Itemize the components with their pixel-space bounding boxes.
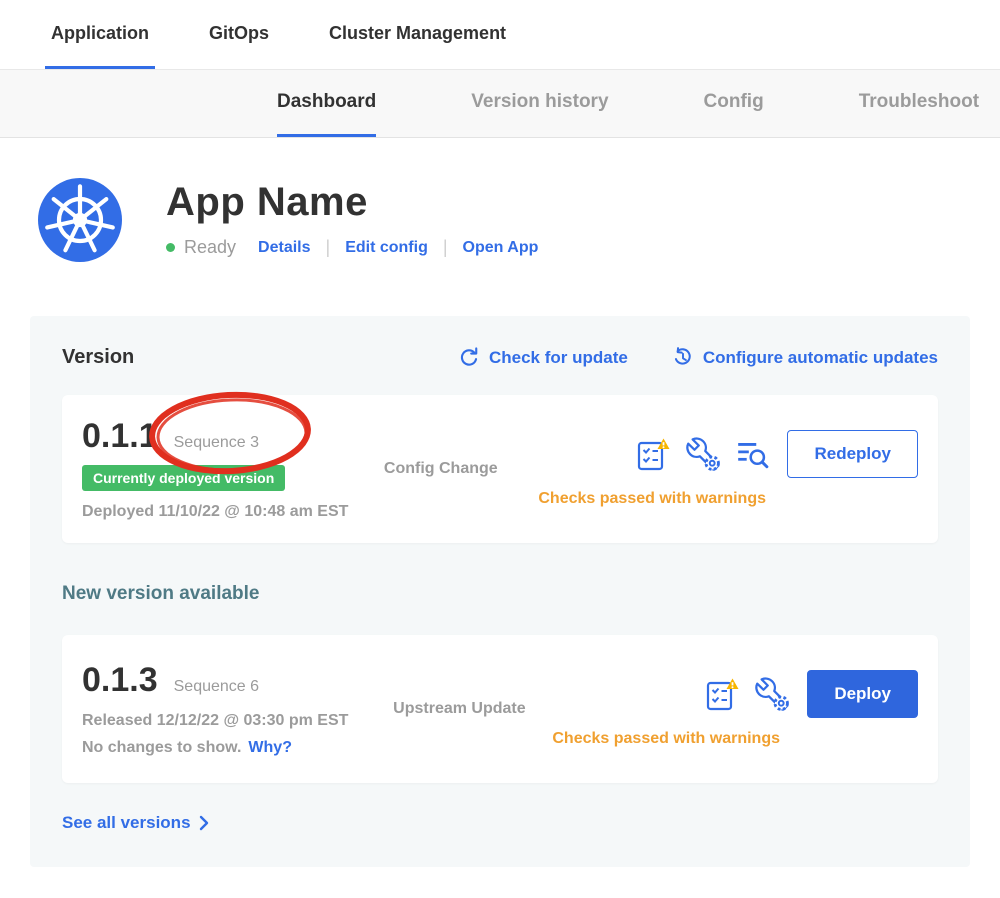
nav-item-gitops[interactable]: GitOps: [203, 0, 275, 69]
edit-config-link[interactable]: Edit config: [345, 239, 428, 257]
nav-item-application[interactable]: Application: [45, 0, 155, 69]
available-version-card: 0.1.3 Sequence 6 Released 12/12/22 @ 03:…: [62, 635, 938, 783]
config-wrench-gear-icon[interactable]: [686, 437, 720, 471]
link-divider: |: [443, 237, 448, 258]
nav-item-cluster-management[interactable]: Cluster Management: [323, 0, 512, 69]
chevron-right-icon: [199, 815, 209, 831]
available-version-info: 0.1.3 Sequence 6 Released 12/12/22 @ 03:…: [82, 661, 393, 757]
currently-deployed-badge: Currently deployed version: [82, 465, 285, 491]
why-link[interactable]: Why?: [248, 739, 292, 757]
current-version-sequence: Sequence 3: [174, 434, 259, 452]
current-checks-status: Checks passed with warnings: [538, 490, 766, 508]
app-status: Ready: [184, 237, 236, 258]
app-tabs: Dashboard Version history Config Trouble…: [0, 70, 1000, 138]
current-actions-row: Redeploy: [538, 430, 918, 478]
available-version-sequence: Sequence 6: [174, 678, 259, 696]
available-version-actions: Deploy Checks passed with warnings: [552, 670, 918, 748]
see-all-versions-link[interactable]: See all versions: [62, 813, 209, 833]
tab-version-history[interactable]: Version history: [471, 70, 608, 137]
status-row: Ready Details | Edit config | Open App: [166, 237, 538, 258]
details-link[interactable]: Details: [258, 239, 310, 257]
link-divider: |: [326, 237, 331, 258]
configure-automatic-updates-label: Configure automatic updates: [703, 348, 938, 368]
available-version-row: 0.1.3 Sequence 6: [82, 661, 393, 700]
preflight-checks-warning-icon[interactable]: [704, 676, 740, 712]
app-title: App Name: [166, 180, 538, 225]
current-version-card: 0.1.1 Sequence 3 Currently deployed vers…: [62, 395, 938, 543]
current-change-type-label: Config Change: [384, 460, 538, 478]
current-version-number: 0.1.1: [82, 417, 158, 456]
view-diff-icon[interactable]: [735, 437, 769, 471]
available-version-number: 0.1.3: [82, 661, 158, 700]
configure-automatic-updates-link[interactable]: Configure automatic updates: [672, 347, 938, 369]
version-section: Version Check for update: [30, 316, 970, 867]
refresh-icon: [458, 347, 480, 369]
redeploy-button[interactable]: Redeploy: [787, 430, 918, 478]
check-for-update-label: Check for update: [489, 348, 628, 368]
available-checks-status: Checks passed with warnings: [552, 730, 780, 748]
open-app-link[interactable]: Open App: [463, 239, 539, 257]
page: Application GitOps Cluster Management Da…: [0, 0, 1000, 898]
version-actions: Check for update Configure automatic upd…: [458, 347, 938, 369]
current-status-icons: [635, 436, 769, 472]
released-date: Released 12/12/22 @ 03:30 pm EST: [82, 712, 393, 730]
available-change-type-label: Upstream Update: [393, 700, 552, 718]
status-dot-icon: [166, 243, 175, 252]
available-status-icons: [704, 676, 789, 712]
current-version-row: 0.1.1 Sequence 3: [82, 417, 384, 456]
see-all-versions-label: See all versions: [62, 813, 191, 833]
primary-nav: Application GitOps Cluster Management: [0, 0, 1000, 70]
version-section-title: Version: [62, 346, 134, 369]
tab-dashboard[interactable]: Dashboard: [277, 70, 376, 137]
current-version-actions: Redeploy Checks passed with warnings: [538, 430, 918, 508]
kubernetes-logo-icon: [38, 178, 122, 262]
app-header-text: App Name Ready Details | Edit config | O…: [166, 178, 538, 258]
preflight-checks-warning-icon[interactable]: [635, 436, 671, 472]
config-wrench-gear-icon[interactable]: [755, 677, 789, 711]
available-actions-row: Deploy: [552, 670, 918, 718]
auto-update-clock-icon: [672, 347, 694, 369]
tab-config[interactable]: Config: [704, 70, 764, 137]
current-version-info: 0.1.1 Sequence 3 Currently deployed vers…: [82, 417, 384, 521]
deploy-button[interactable]: Deploy: [807, 670, 918, 718]
check-for-update-link[interactable]: Check for update: [458, 347, 628, 369]
no-changes-row: No changes to show. Why?: [82, 739, 393, 757]
no-changes-text: No changes to show.: [82, 739, 241, 757]
version-section-header: Version Check for update: [62, 346, 938, 369]
deployed-date: Deployed 11/10/22 @ 10:48 am EST: [82, 503, 384, 521]
new-version-heading: New version available: [62, 583, 938, 605]
app-header: App Name Ready Details | Edit config | O…: [38, 178, 1000, 262]
tab-troubleshoot[interactable]: Troubleshoot: [859, 70, 979, 137]
